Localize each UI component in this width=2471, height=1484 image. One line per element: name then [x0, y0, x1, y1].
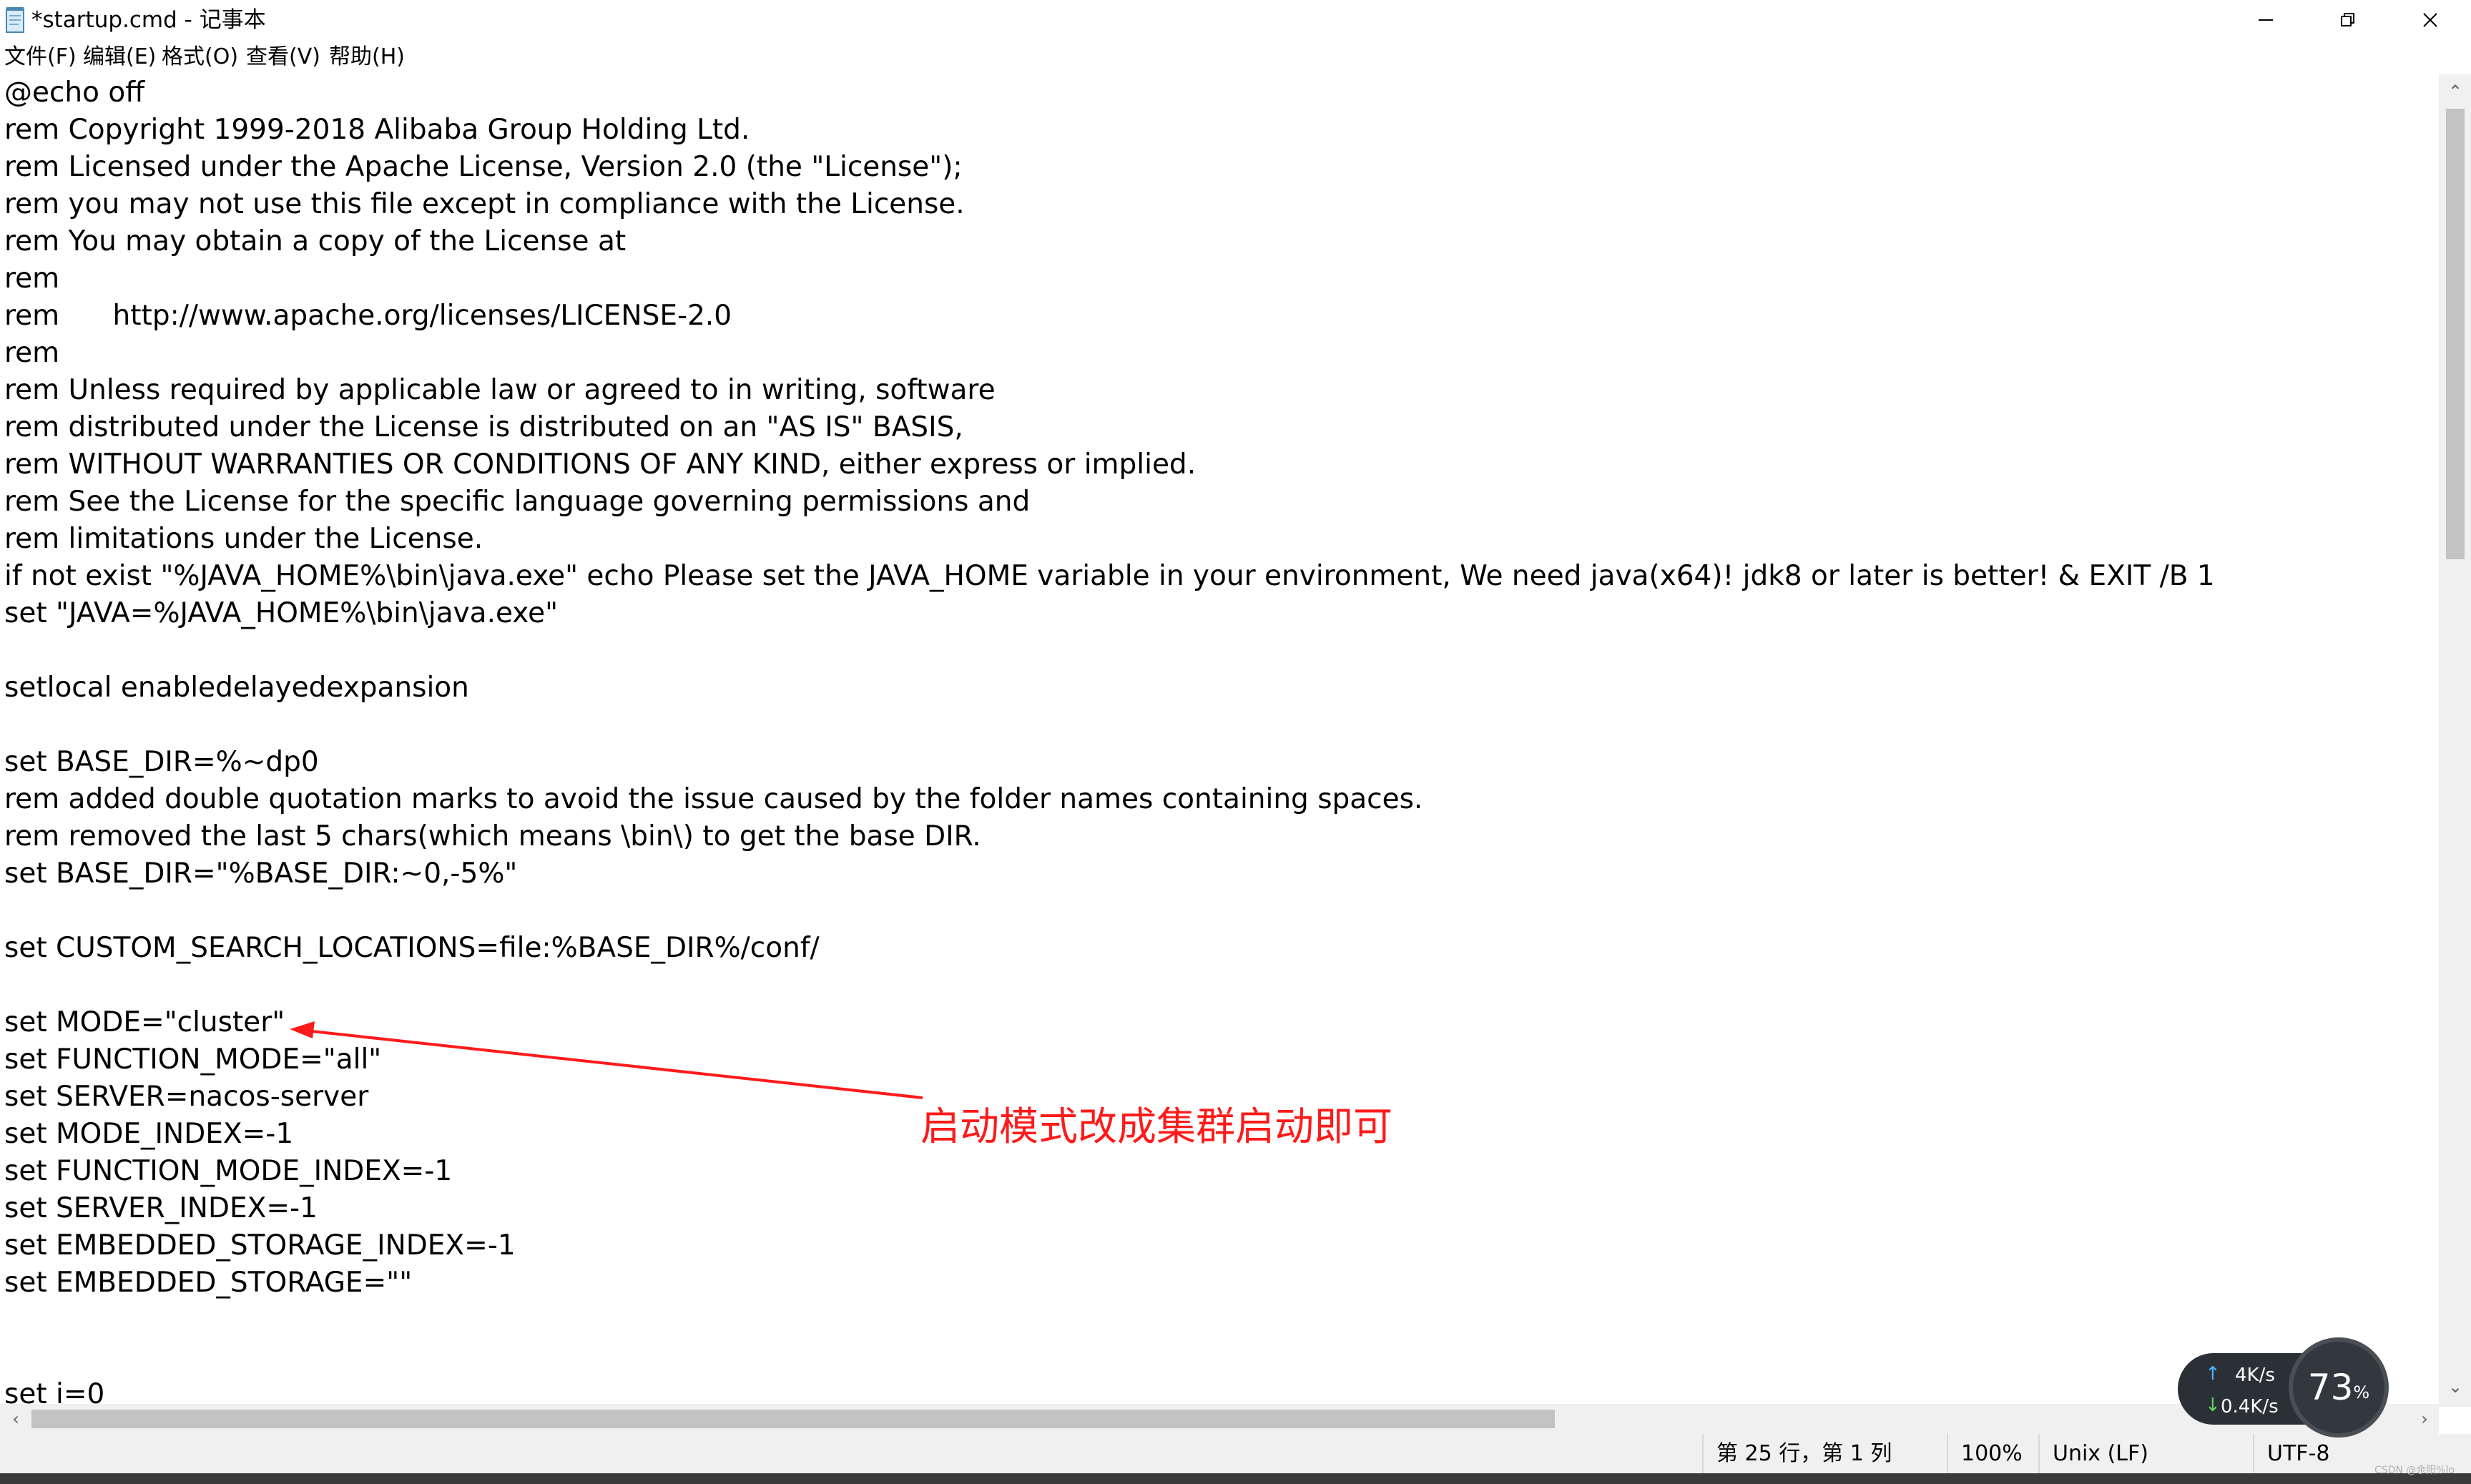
- horizontal-scrollbar[interactable]: ‹ ›: [0, 1404, 2439, 1434]
- line-ending: Unix (LF): [2038, 1434, 2253, 1473]
- close-icon: [2422, 13, 2437, 27]
- code-line: set BASE_DIR="%BASE_DIR:~0,-5%": [4, 858, 518, 890]
- download-arrow-icon: ↓: [2205, 1395, 2221, 1416]
- restore-button[interactable]: [2307, 0, 2389, 40]
- code-line: set BASE_DIR=%~dp0: [4, 746, 319, 778]
- network-monitor-widget[interactable]: ↑ 4K/s ↓ 0.4K/s 73%: [2178, 1337, 2392, 1438]
- download-speed: 0.4K/s: [2221, 1396, 2279, 1417]
- code-line: @echo off: [4, 77, 145, 109]
- code-line: rem: [4, 337, 60, 369]
- window-title: *startup.cmd - 记事本: [31, 7, 266, 33]
- code-line: set i=0: [4, 1378, 105, 1407]
- code-line: rem you may not use this file except in …: [4, 188, 965, 220]
- code-line: rem limitations under the License.: [4, 523, 483, 555]
- code-line: rem You may obtain a copy of the License…: [4, 225, 627, 257]
- minimize-icon: [2258, 19, 2273, 21]
- code-line: set EMBEDDED_STORAGE="": [4, 1267, 413, 1299]
- scroll-left-icon[interactable]: ‹: [1, 1405, 30, 1433]
- code-line: rem added double quotation marks to avoi…: [4, 783, 1423, 815]
- menu-file[interactable]: 文件(F): [4, 40, 77, 74]
- gauge-percent-sign: %: [2353, 1382, 2370, 1402]
- minimize-button[interactable]: [2224, 0, 2307, 40]
- notepad-icon: [6, 7, 24, 33]
- vertical-scrollbar[interactable]: ⌃ ⌄: [2439, 74, 2471, 1407]
- code-line: set EMBEDDED_STORAGE_INDEX=-1: [4, 1229, 516, 1262]
- scroll-right-icon[interactable]: ›: [2410, 1405, 2439, 1433]
- code-line: rem See the License for the specific lan…: [4, 486, 1031, 518]
- code-line: rem Unless required by applicable law or…: [4, 374, 996, 406]
- upload-speed: 4K/s: [2235, 1365, 2275, 1386]
- scroll-down-icon[interactable]: ⌄: [2441, 1372, 2470, 1401]
- text-editor[interactable]: @echo off rem Copyright 1999-2018 Alibaba…: [0, 74, 2439, 1407]
- code-line: if not exist "%JAVA_HOME%\bin\java.exe" …: [4, 560, 2215, 592]
- menu-format[interactable]: 格式(O): [162, 40, 238, 74]
- upload-arrow-icon: ↑: [2205, 1363, 2221, 1385]
- code-line: set SERVER=nacos-server: [4, 1081, 369, 1113]
- menu-help[interactable]: 帮助(H): [329, 40, 405, 74]
- taskbar-edge: [0, 1473, 2471, 1484]
- menu-edit[interactable]: 编辑(E): [83, 40, 156, 74]
- code-line: set FUNCTION_MODE_INDEX=-1: [4, 1155, 453, 1187]
- gauge-percent: 73: [2307, 1367, 2354, 1408]
- code-line: rem Copyright 1999-2018 Alibaba Group Ho…: [4, 114, 750, 146]
- code-line: set FUNCTION_MODE="all": [4, 1043, 382, 1076]
- menu-view[interactable]: 查看(V): [246, 40, 320, 74]
- code-line: setlocal enabledelayedexpansion: [4, 672, 469, 704]
- code-line: rem: [4, 262, 60, 295]
- horizontal-scroll-thumb[interactable]: [31, 1410, 1555, 1428]
- close-button[interactable]: [2389, 0, 2471, 40]
- annotation-note: 启动模式改成集群启动即可: [920, 1104, 1393, 1149]
- vertical-scroll-thumb[interactable]: [2446, 109, 2465, 559]
- menu-bar: 文件(F) 编辑(E) 格式(O) 查看(V) 帮助(H): [0, 40, 2471, 74]
- zoom-level: 100%: [1947, 1434, 2040, 1473]
- cursor-position: 第 25 行，第 1 列: [1702, 1434, 1945, 1473]
- watermark: CSDN @余阳%lo: [2374, 1465, 2455, 1476]
- title-bar: *startup.cmd - 记事本: [0, 0, 2471, 40]
- status-bar: 第 25 行，第 1 列 100% Unix (LF) UTF-8: [0, 1434, 2471, 1473]
- code-line: set "JAVA=%JAVA_HOME%\bin\java.exe": [4, 597, 559, 629]
- code-line: rem WITHOUT WARRANTIES OR CONDITIONS OF …: [4, 448, 1197, 481]
- code-line: set MODE="cluster": [4, 1006, 285, 1038]
- code-line: rem http://www.apache.org/licenses/LICEN…: [4, 300, 732, 332]
- memory-gauge: 73%: [2289, 1337, 2389, 1438]
- code-line: set CUSTOM_SEARCH_LOCATIONS=file:%BASE_D…: [4, 932, 820, 964]
- code-line: rem removed the last 5 chars(which means…: [4, 820, 981, 852]
- scroll-up-icon[interactable]: ⌃: [2441, 77, 2470, 106]
- code-line: set MODE_INDEX=-1: [4, 1118, 294, 1150]
- restore-icon: [2340, 13, 2354, 26]
- code-line: rem distributed under the License is dis…: [4, 411, 963, 443]
- code-line: rem Licensed under the Apache License, V…: [4, 151, 963, 183]
- code-line: set SERVER_INDEX=-1: [4, 1192, 318, 1224]
